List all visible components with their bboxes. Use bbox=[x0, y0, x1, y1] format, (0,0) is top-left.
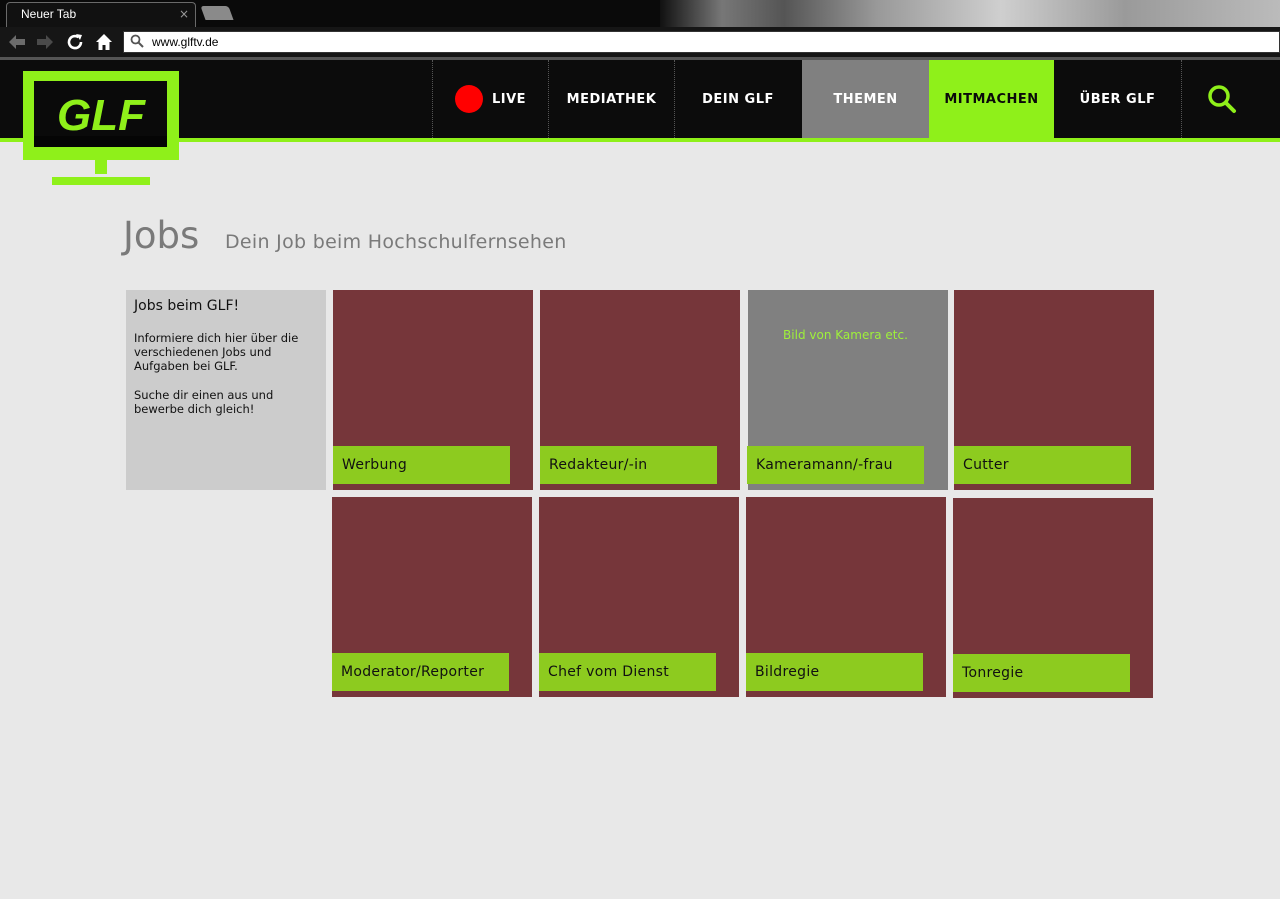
nav-mediathek-label: MEDIATHEK bbox=[566, 91, 657, 107]
job-label: Werbung bbox=[333, 446, 510, 484]
new-tab-button[interactable] bbox=[200, 6, 234, 20]
intro-paragraph: Informiere dich hier über die verschiede… bbox=[134, 331, 299, 373]
nav-themen[interactable]: THEMEN bbox=[802, 60, 929, 138]
intro-box: Jobs beim GLF! Informiere dich hier über… bbox=[126, 290, 326, 490]
job-tile-moderator[interactable]: Moderator/Reporter bbox=[332, 497, 532, 697]
nav-live-label: LIVE bbox=[491, 91, 527, 107]
tab-title: Neuer Tab bbox=[21, 7, 77, 21]
job-tile-redakteur[interactable]: Redakteur/-in bbox=[540, 290, 740, 490]
nav-dein-glf-label: DEIN GLF bbox=[702, 91, 774, 107]
nav-search[interactable] bbox=[1181, 60, 1261, 138]
job-tile-bildregie[interactable]: Bildregie bbox=[746, 497, 946, 697]
window-background-image bbox=[660, 0, 1280, 27]
back-icon[interactable] bbox=[6, 31, 28, 53]
page-title: Jobs bbox=[123, 214, 200, 257]
search-icon bbox=[1207, 85, 1236, 113]
job-tile-werbung[interactable]: Werbung bbox=[333, 290, 533, 490]
browser-toolbar: www.glftv.de bbox=[0, 27, 1280, 57]
job-label: Kameramann/-frau bbox=[747, 446, 924, 484]
nav-mitmachen[interactable]: MITMACHEN bbox=[929, 60, 1054, 138]
job-label: Tonregie bbox=[953, 654, 1130, 692]
intro-paragraph: Suche dir einen aus und bewerbe dich gle… bbox=[134, 388, 274, 416]
nav-live[interactable]: LIVE bbox=[432, 60, 548, 138]
live-dot-icon bbox=[454, 85, 483, 113]
nav-ueber-glf-label: ÜBER GLF bbox=[1079, 91, 1156, 107]
browser-tab-bar: Neuer Tab × bbox=[0, 0, 1280, 27]
url-text: www.glftv.de bbox=[152, 35, 219, 49]
job-label: Chef vom Dienst bbox=[539, 653, 716, 691]
page-subtitle: Dein Job beim Hochschulfernsehen bbox=[225, 231, 567, 253]
image-placeholder-note: Bild von Kamera etc. bbox=[783, 328, 908, 342]
job-tile-tonregie[interactable]: Tonregie bbox=[953, 498, 1153, 698]
nav-ueber-glf[interactable]: ÜBER GLF bbox=[1054, 60, 1181, 138]
nav-mediathek[interactable]: MEDIATHEK bbox=[548, 60, 674, 138]
reload-icon[interactable] bbox=[64, 31, 86, 53]
nav-themen-label: THEMEN bbox=[833, 91, 898, 107]
logo-text: GLF bbox=[57, 91, 146, 140]
forward-icon[interactable] bbox=[34, 31, 56, 53]
search-icon bbox=[130, 34, 144, 48]
job-label: Bildregie bbox=[746, 653, 923, 691]
job-tile-chef-vom-dienst[interactable]: Chef vom Dienst bbox=[539, 497, 739, 697]
glf-logo[interactable]: GLF bbox=[23, 71, 179, 187]
nav-mitmachen-label: MITMACHEN bbox=[944, 91, 1039, 107]
nav-dein-glf[interactable]: DEIN GLF bbox=[674, 60, 801, 138]
intro-heading: Jobs beim GLF! bbox=[134, 298, 240, 314]
job-label: Cutter bbox=[954, 446, 1131, 484]
address-bar[interactable]: www.glftv.de bbox=[123, 31, 1280, 53]
job-label: Moderator/Reporter bbox=[332, 653, 509, 691]
job-tile-kameramann[interactable]: Bild von Kamera etc. Kameramann/-frau bbox=[747, 290, 948, 490]
header-accent-line bbox=[0, 138, 1280, 142]
close-tab-icon[interactable]: × bbox=[179, 7, 189, 21]
job-tile-cutter[interactable]: Cutter bbox=[954, 290, 1154, 490]
job-label: Redakteur/-in bbox=[540, 446, 717, 484]
browser-tab[interactable]: Neuer Tab × bbox=[6, 2, 196, 27]
home-icon[interactable] bbox=[93, 31, 115, 53]
